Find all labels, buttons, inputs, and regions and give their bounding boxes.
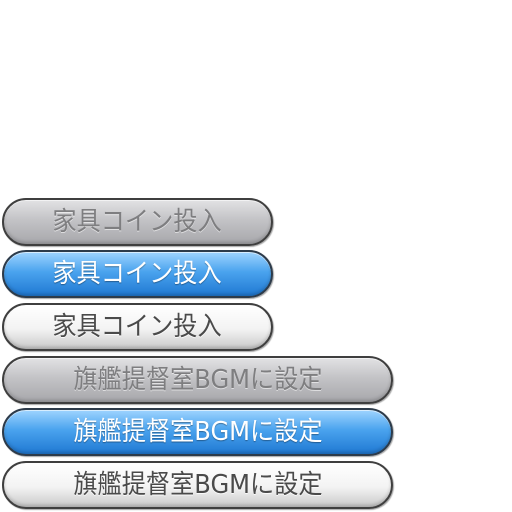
furniture-coin-button-label: 家具コイン投入 — [52, 207, 223, 237]
set-bgm-button-normal[interactable]: 旗艦提督室BGMに設定 — [2, 461, 393, 509]
furniture-coin-button-hover[interactable]: 家具コイン投入 — [2, 250, 273, 298]
set-bgm-button-label: 旗艦提督室BGMに設定 — [72, 417, 323, 447]
furniture-coin-button-normal[interactable]: 家具コイン投入 — [2, 303, 273, 351]
furniture-coin-button-disabled[interactable]: 家具コイン投入 — [2, 198, 273, 246]
set-bgm-button-hover[interactable]: 旗艦提督室BGMに設定 — [2, 408, 393, 456]
furniture-coin-button-label: 家具コイン投入 — [52, 312, 223, 342]
furniture-coin-button-label: 家具コイン投入 — [52, 259, 223, 289]
set-bgm-button-label: 旗艦提督室BGMに設定 — [72, 470, 323, 500]
button-sprite-sheet: 家具コイン投入 家具コイン投入 家具コイン投入 旗艦提督室BGMに設定 旗艦提督… — [0, 0, 512, 512]
set-bgm-button-disabled[interactable]: 旗艦提督室BGMに設定 — [2, 356, 393, 404]
set-bgm-button-label: 旗艦提督室BGMに設定 — [72, 365, 323, 395]
